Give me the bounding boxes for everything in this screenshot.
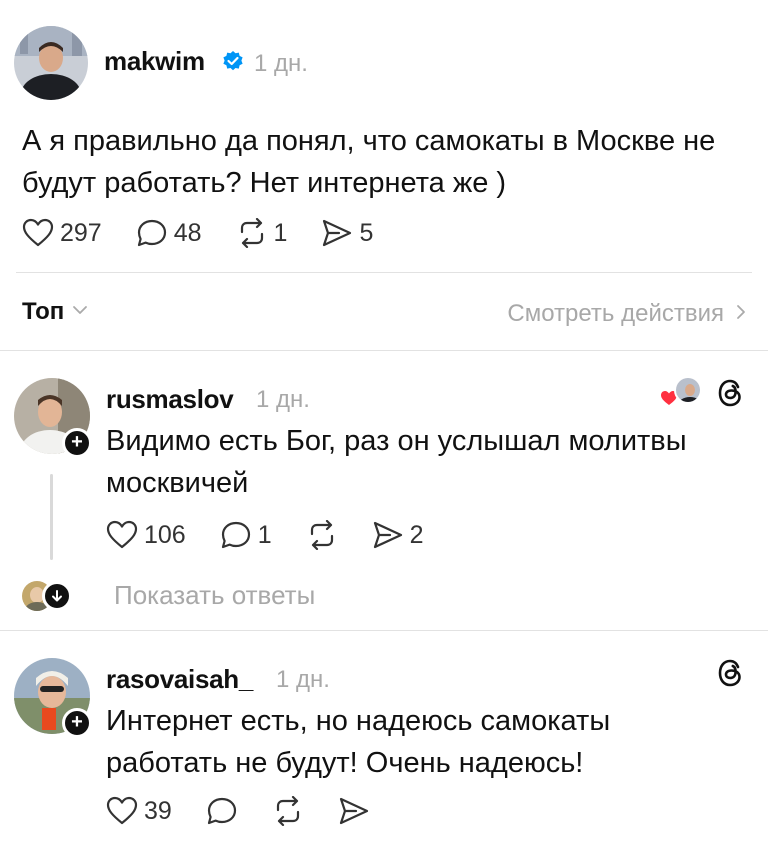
share-count: 2: [409, 520, 424, 549]
repost-icon: [236, 218, 268, 248]
like-button[interactable]: 39: [106, 796, 172, 826]
username[interactable]: rusmaslov: [106, 384, 234, 415]
divider: [0, 350, 768, 351]
comment-icon: [220, 520, 252, 550]
follow-plus-icon[interactable]: +: [62, 708, 92, 738]
thread-line: [50, 474, 53, 560]
verified-badge-icon: [222, 50, 244, 77]
share-button[interactable]: [338, 796, 370, 826]
sort-label: Топ: [22, 298, 65, 325]
heart-icon: [22, 218, 54, 248]
divider: [16, 272, 752, 273]
avatar-makwim-mini: [674, 376, 702, 404]
share-icon: [338, 796, 370, 826]
reply-actions: 39: [106, 796, 404, 826]
reply-text: Видимо есть Бог, раз он услышал молитвы …: [106, 425, 687, 499]
username[interactable]: rasovaisah_: [106, 664, 253, 695]
reply-time: 1 дн.: [276, 666, 330, 693]
post-text: А я правильно да понял, что самокаты в М…: [22, 125, 716, 199]
like-count: 297: [60, 218, 102, 247]
comment-button[interactable]: 1: [220, 520, 272, 550]
show-replies-label: Показать ответы: [114, 580, 316, 610]
chevron-down-icon: [72, 303, 88, 321]
reply-text: Интернет есть, но надеюсь самокаты работ…: [106, 705, 611, 779]
share-icon: [372, 520, 404, 550]
divider: [0, 630, 768, 631]
repost-button[interactable]: 1: [236, 218, 288, 248]
comment-icon: [206, 796, 238, 826]
heart-icon: [106, 520, 138, 550]
heart-icon: [106, 796, 138, 826]
sort-dropdown[interactable]: Топ: [22, 298, 88, 326]
avatar-makwim[interactable]: [14, 26, 88, 100]
share-count: 5: [359, 218, 374, 247]
like-button[interactable]: 297: [22, 218, 102, 248]
post-time: 1 дн.: [254, 50, 308, 77]
threads-logo-icon[interactable]: [716, 658, 744, 693]
reply-time: 1 дн.: [256, 386, 310, 413]
repost-button[interactable]: [306, 520, 338, 550]
show-replies-button[interactable]: Показать ответы: [22, 580, 315, 611]
like-button[interactable]: 106: [106, 520, 186, 550]
comment-icon: [136, 218, 168, 248]
liked-by-author-indicator: [660, 376, 702, 410]
share-icon: [321, 218, 353, 248]
view-activity-label: Смотреть действия: [507, 300, 724, 327]
view-activity-link[interactable]: Смотреть действия: [507, 300, 746, 328]
arrow-down-icon: [42, 580, 72, 611]
share-button[interactable]: 5: [321, 218, 373, 248]
like-count: 106: [144, 520, 186, 549]
reply-actions: 106 1 2: [106, 520, 458, 550]
like-count: 39: [144, 796, 172, 825]
username[interactable]: makwim: [104, 46, 205, 77]
comment-count: 48: [173, 218, 202, 247]
post-actions: 297 48 1 5: [22, 218, 407, 248]
threads-logo-icon[interactable]: [716, 378, 744, 413]
comment-button[interactable]: 48: [136, 218, 202, 248]
repost-count: 1: [273, 218, 288, 247]
repost-button[interactable]: [272, 796, 304, 826]
comment-button[interactable]: [206, 796, 238, 826]
share-button[interactable]: 2: [372, 520, 424, 550]
repost-icon: [272, 796, 304, 826]
repost-icon: [306, 520, 338, 550]
chevron-right-icon: [736, 304, 746, 325]
follow-plus-icon[interactable]: +: [62, 428, 92, 458]
comment-count: 1: [257, 520, 272, 549]
